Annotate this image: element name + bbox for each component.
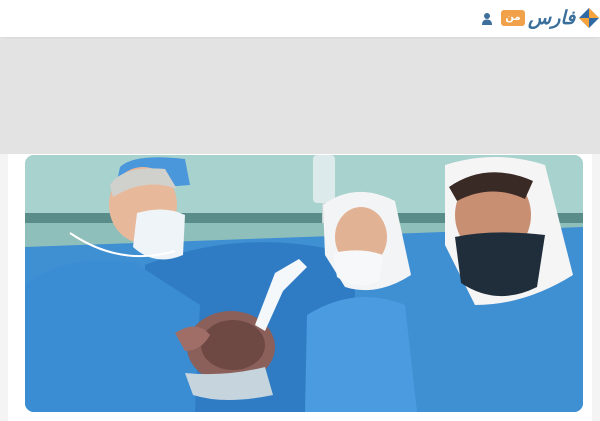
news-photo[interactable] xyxy=(25,155,583,412)
user-icon[interactable] xyxy=(478,8,496,28)
fars-logo-icon xyxy=(577,6,600,30)
top-bar: من فارس xyxy=(0,0,600,38)
news-card xyxy=(8,154,592,421)
site-logo[interactable]: فارس xyxy=(528,4,600,32)
ad-placeholder xyxy=(0,39,600,154)
my-fars-button[interactable]: من xyxy=(501,10,525,26)
logo-text: فارس xyxy=(528,7,576,29)
